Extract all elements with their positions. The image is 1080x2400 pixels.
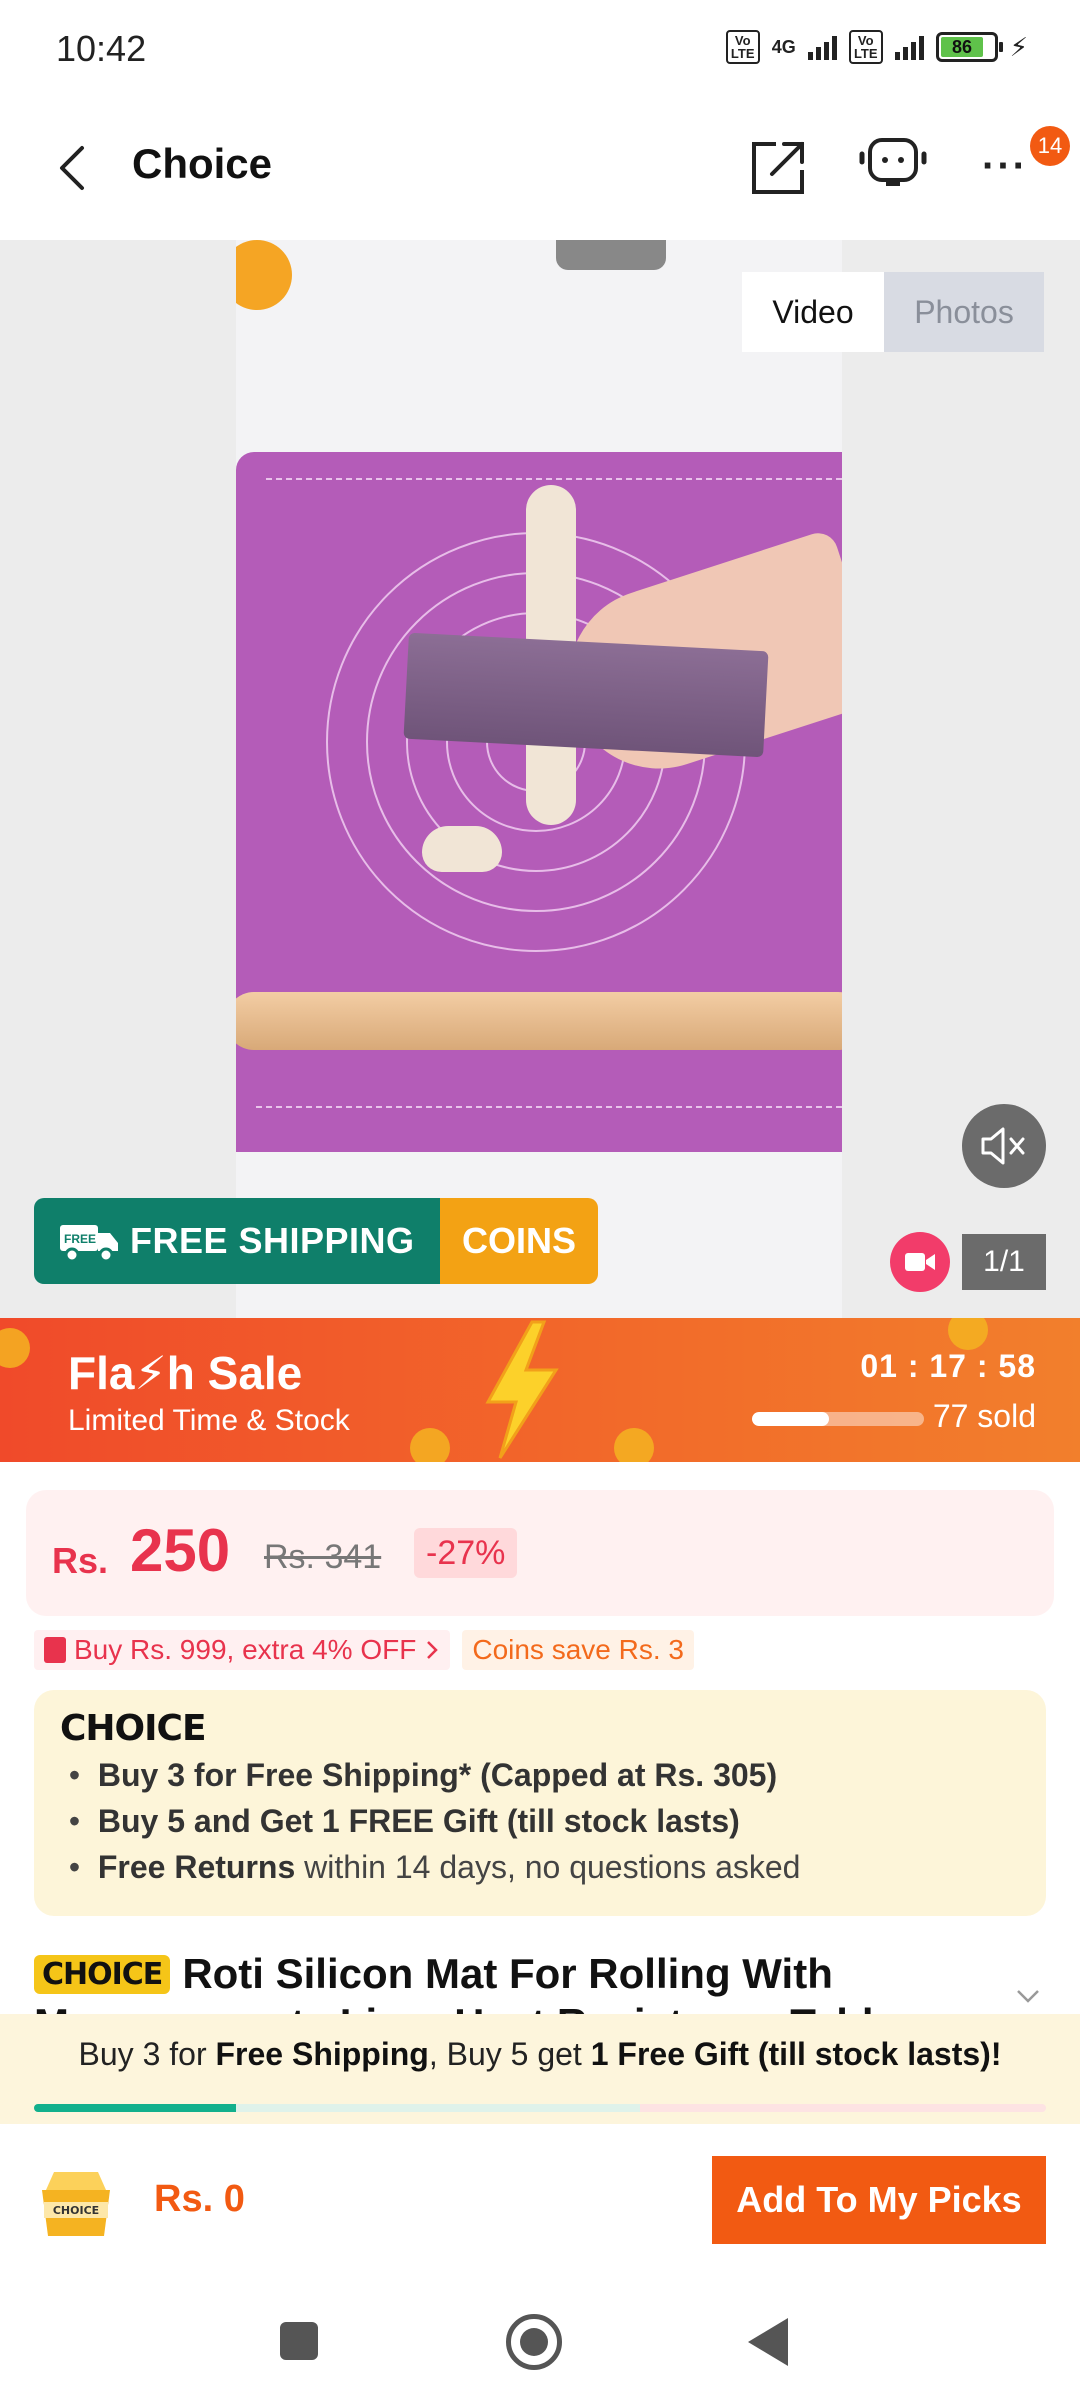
clock-decoration bbox=[410, 1428, 450, 1462]
app-header: Choice ··· 14 bbox=[0, 100, 1080, 240]
coupon-icon bbox=[44, 1637, 66, 1663]
notification-badge: 14 bbox=[1030, 126, 1070, 166]
benefit-text: Buy 5 and Get 1 FREE Gift (till stock la… bbox=[97, 1803, 740, 1839]
battery-icon: 86 bbox=[935, 32, 1003, 62]
clock-decoration bbox=[948, 1318, 988, 1350]
free-shipping-section: FREE FREE SHIPPING bbox=[34, 1198, 440, 1284]
tab-photos[interactable]: Photos bbox=[884, 272, 1044, 352]
product-title: Roti Silicon Mat For Rolling With bbox=[182, 1950, 833, 1997]
benefit-item: • Buy 5 and Get 1 FREE Gift (till stock … bbox=[60, 1803, 740, 1839]
bottom-action-bar: CHOICE Rs. 0 Add To My Picks bbox=[0, 2124, 1080, 2288]
flash-sale-title: Fla⚡h Sale bbox=[68, 1347, 303, 1399]
volte-icon: Vo LTE bbox=[725, 30, 760, 64]
bundle-offer-bar[interactable]: Buy 3 for Free Shipping, Buy 5 get 1 Fre… bbox=[0, 2014, 1080, 2124]
picks-total: Rs. 0 bbox=[154, 2178, 245, 2220]
bundle-progress-mid bbox=[236, 2104, 640, 2112]
benefit-item: • Free Returns within 14 days, no questi… bbox=[60, 1849, 801, 1885]
clock-decoration bbox=[614, 1428, 654, 1462]
clock-decoration bbox=[0, 1328, 30, 1368]
choice-logo: CHOICE bbox=[60, 1708, 207, 1749]
bundle-progress-rest bbox=[640, 2104, 1046, 2112]
mute-icon[interactable] bbox=[962, 1104, 1046, 1188]
bundle-text-bold: 1 Free Gift (till stock lasts)! bbox=[590, 2036, 1002, 2072]
system-nav-bar bbox=[0, 2288, 1080, 2400]
choice-benefits[interactable]: CHOICE • Buy 3 for Free Shipping* (Cappe… bbox=[34, 1690, 1046, 1916]
customer-service-icon[interactable] bbox=[856, 132, 930, 198]
promo-row: Buy Rs. 999, extra 4% OFF Coins save Rs.… bbox=[34, 1630, 694, 1670]
home-dot bbox=[520, 2328, 548, 2356]
free-shipping-banner: FREE FREE SHIPPING COINS bbox=[34, 1198, 598, 1284]
lightning-icon bbox=[485, 1320, 559, 1459]
coupon-promo[interactable]: Buy Rs. 999, extra 4% OFF bbox=[34, 1630, 451, 1670]
chevron-down-icon[interactable] bbox=[1014, 1986, 1042, 2006]
coupon-promo-text: Buy Rs. 999, extra 4% OFF bbox=[74, 1634, 417, 1665]
discount-badge: -27% bbox=[414, 1528, 518, 1578]
benefit-text: within 14 days, no questions asked bbox=[295, 1849, 801, 1885]
live-video-icon[interactable] bbox=[890, 1232, 950, 1292]
bundle-text-part: Buy 3 for bbox=[78, 2036, 216, 2072]
price-card: Rs. 250 Rs. 341 -27% bbox=[26, 1490, 1054, 1616]
signal-icon bbox=[807, 34, 837, 60]
dough-piece bbox=[422, 826, 502, 872]
page-title: Choice bbox=[132, 140, 273, 187]
bundle-progress-bar bbox=[34, 2104, 1046, 2112]
share-icon[interactable] bbox=[748, 136, 810, 198]
bundle-text-part: , Buy 5 get bbox=[428, 2036, 591, 2072]
cart-icon-label: CHOICE bbox=[53, 2204, 99, 2217]
charging-icon: ⚡ bbox=[1009, 31, 1028, 62]
benefit-text: Buy 3 for Free Shipping* (Capped at Rs. … bbox=[97, 1757, 778, 1793]
sold-count: 77 sold bbox=[932, 1398, 1036, 1434]
dough-cutter bbox=[403, 632, 769, 758]
benefit-item: • Buy 3 for Free Shipping* (Capped at Rs… bbox=[60, 1757, 778, 1793]
status-icons: Vo LTE 4G Vo LTE 86 ⚡ bbox=[725, 30, 1028, 64]
product-media[interactable]: Video Photos 1/1 FREE FREE SHIPPING COIN… bbox=[0, 240, 1080, 1318]
choice-tag: CHOICE bbox=[34, 1954, 171, 1994]
bundle-text-bold: Free Shipping bbox=[215, 2036, 429, 2072]
product-title-row: CHOICE Roti Silicon Mat For Rolling With bbox=[34, 1950, 1054, 1998]
bundle-offer-text: Buy 3 for Free Shipping, Buy 5 get 1 Fre… bbox=[0, 2036, 1080, 2073]
bundle-progress-done bbox=[34, 2104, 236, 2112]
product-video[interactable] bbox=[236, 240, 842, 1318]
media-toggle: Video Photos bbox=[742, 272, 1044, 352]
rolling-pin bbox=[236, 992, 842, 1050]
sold-progress-fill bbox=[752, 1412, 830, 1426]
back-button[interactable] bbox=[748, 2318, 788, 2366]
video-object bbox=[556, 240, 666, 270]
coins-label: COINS bbox=[440, 1198, 598, 1284]
recents-button[interactable] bbox=[280, 2322, 318, 2360]
chevron-right-icon bbox=[427, 1641, 439, 1659]
flash-sale-banner: Fla⚡h Sale Limited Time & Stock 01 : 17 … bbox=[0, 1318, 1080, 1462]
back-arrow-icon[interactable] bbox=[52, 142, 100, 194]
battery-level: 86 bbox=[940, 37, 984, 57]
tab-video[interactable]: Video bbox=[742, 272, 884, 352]
truck-icon: FREE bbox=[60, 1225, 118, 1263]
home-button[interactable] bbox=[506, 2314, 562, 2370]
original-price: Rs. 341 bbox=[264, 1538, 382, 1576]
flash-sale-subtitle: Limited Time & Stock bbox=[68, 1404, 350, 1437]
more-menu-icon[interactable]: ··· bbox=[982, 144, 1028, 189]
current-price: 250 bbox=[130, 1517, 231, 1584]
camera-icon bbox=[905, 1253, 935, 1271]
status-time: 10:42 bbox=[56, 28, 147, 69]
signal-icon-2 bbox=[894, 34, 924, 60]
media-counter: 1/1 bbox=[962, 1234, 1046, 1290]
countdown-timer: 01 : 17 : 58 bbox=[860, 1348, 1036, 1384]
mat-ruler-bottom bbox=[256, 1106, 842, 1132]
mat-ruler-top bbox=[266, 466, 842, 480]
speaker-muted-icon bbox=[981, 1127, 1025, 1165]
flower-decoration bbox=[236, 240, 292, 310]
truck-free-text: FREE bbox=[64, 1232, 96, 1246]
choice-cart-icon[interactable]: CHOICE bbox=[34, 2164, 118, 2242]
benefit-bold-text: Free Returns bbox=[97, 1849, 296, 1885]
status-bar: 10:42 Vo LTE 4G Vo LTE 86 ⚡ bbox=[0, 0, 1080, 100]
sold-progress-bar bbox=[752, 1412, 924, 1426]
add-to-my-picks-button[interactable]: Add To My Picks bbox=[712, 2156, 1046, 2244]
coins-promo: Coins save Rs. 3 bbox=[462, 1630, 694, 1670]
network-type: 4G bbox=[771, 36, 796, 57]
free-shipping-label: FREE SHIPPING bbox=[130, 1220, 415, 1261]
price-currency: Rs. bbox=[52, 1540, 109, 1581]
volte-icon-2: Vo LTE bbox=[848, 30, 883, 64]
